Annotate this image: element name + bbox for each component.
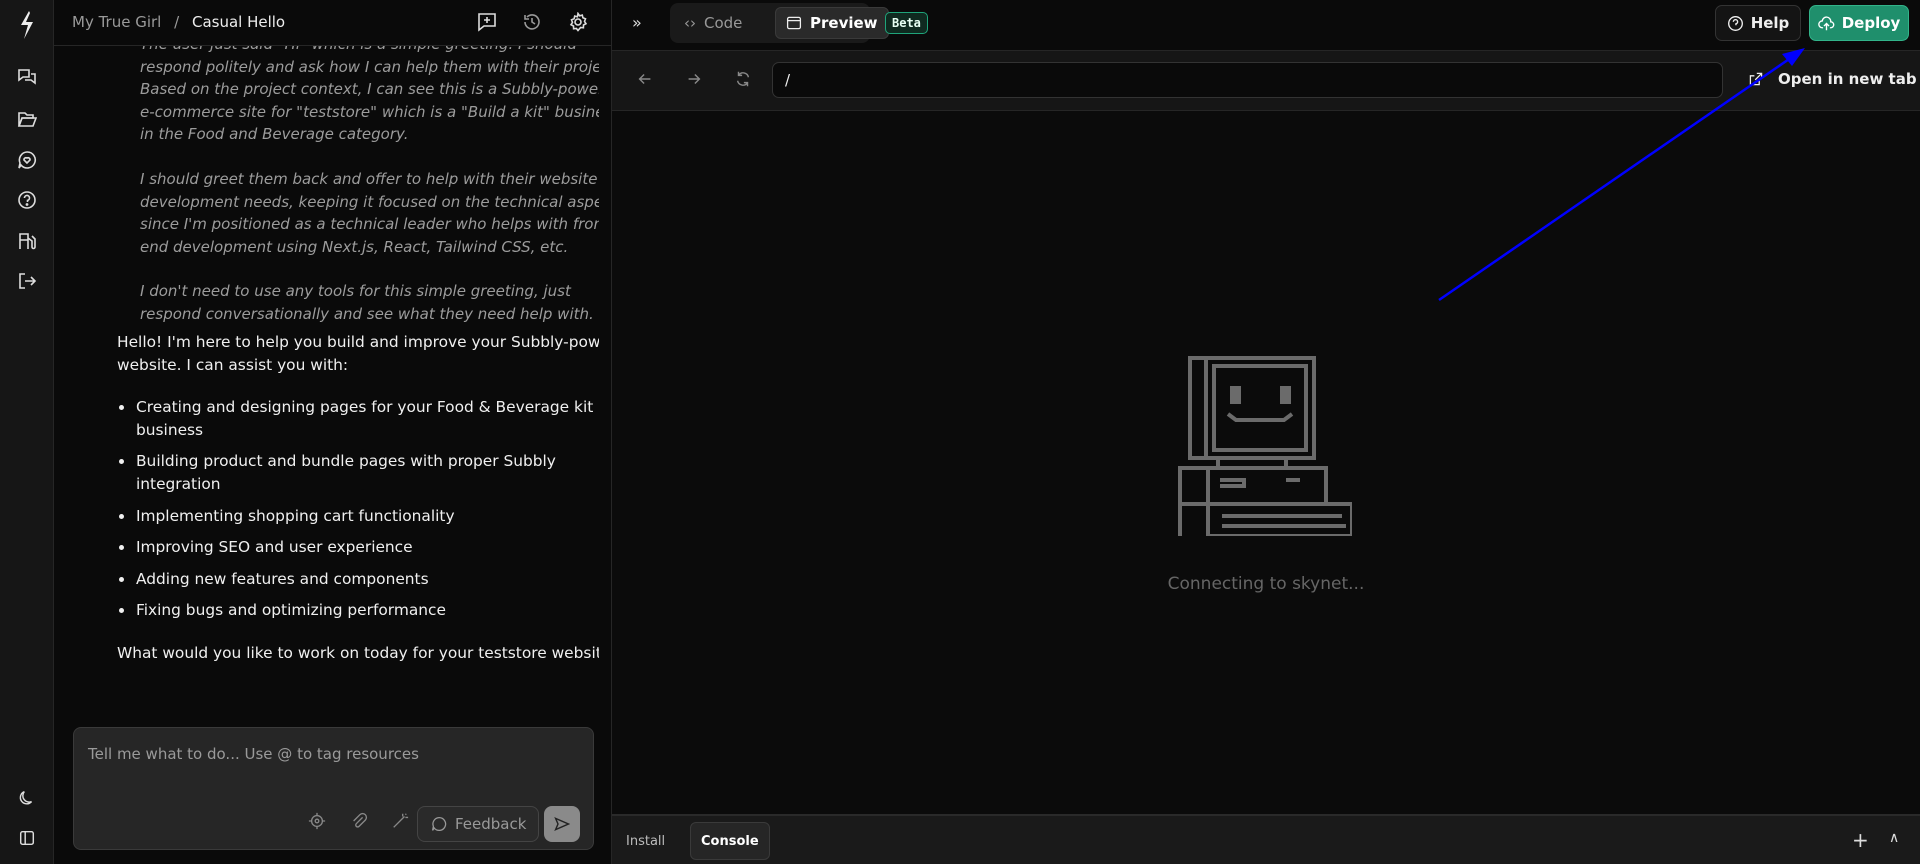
forward-arrow-icon[interactable] [685,70,705,90]
message-list[interactable]: The user just said "Hi" which is a simpl… [54,46,599,710]
browser-window-icon [786,16,802,30]
send-button[interactable] [544,806,580,842]
tab-code-label: Code [704,14,743,32]
theme-moon-icon[interactable] [15,786,39,810]
help-circle-icon[interactable] [15,188,39,212]
chat-heart-icon[interactable] [15,148,39,172]
tab-install[interactable]: Install [616,822,675,860]
open-in-new-tab-button[interactable]: Open in new tab [1748,70,1917,88]
help-label: Help [1750,14,1790,32]
answer-outro: What would you like to work on today for… [117,643,599,662]
connecting-status: Connecting to skynet... [1167,574,1365,594]
answer-intro: Hello! I'm here to help you build and im… [117,333,599,374]
feedback-label: Feedback [455,815,527,833]
code-brackets-icon: ‹› [684,14,696,32]
chat-panel: My True Girl / Casual Hello The user jus… [54,0,661,864]
tab-console[interactable]: Console [690,822,770,860]
assistant-message: Hello! I'm here to help you build and im… [117,331,599,665]
terminal-tabs: Install Console + ∧ [612,814,1920,864]
back-arrow-icon[interactable] [636,70,656,90]
reasoning-paragraph: I don't need to use any tools for this s… [140,282,594,323]
chat-input[interactable]: Tell me what to do... Use @ to tag resou… [73,727,594,850]
preview-panel: » ‹› Code Preview Beta Help Deploy / Open… [612,0,1920,864]
reasoning-paragraph: I should greet them back and offer to he… [140,169,599,256]
url-input[interactable]: / [772,62,1723,98]
feedback-button[interactable]: Feedback [417,806,539,842]
folder-open-icon[interactable] [15,107,39,131]
reasoning-paragraph: The user just said "Hi" which is a simpl… [140,46,599,144]
beta-badge: Beta [885,12,928,34]
list-item: Creating and designing pages for your Fo… [135,396,599,441]
assistant-reasoning: The user just said "Hi" which is a simpl… [140,46,599,348]
retro-computer-smiley-icon [1178,356,1352,536]
send-icon [554,817,570,831]
preview-address-bar: / Open in new tab [612,51,1920,111]
help-circle-icon [1727,15,1743,31]
attach-paperclip-icon[interactable] [350,812,370,832]
chat-header: My True Girl / Casual Hello [54,0,611,46]
list-item: Adding new features and components [135,568,599,591]
settings-gear-icon[interactable] [568,11,590,34]
chat-input-placeholder: Tell me what to do... Use @ to tag resou… [88,745,419,763]
breadcrumb-project[interactable]: My True Girl [72,13,161,31]
list-item: Implementing shopping cart functionality [135,505,599,528]
tab-code[interactable]: ‹› Code [674,7,752,39]
new-chat-icon[interactable] [477,12,499,34]
cloud-upload-icon [1817,15,1835,30]
breadcrumb-separator: / [174,13,180,31]
refresh-icon[interactable] [734,70,754,90]
expand-chevron-up-icon[interactable]: ∧ [1889,830,1899,846]
icon-rail [0,0,54,864]
list-item: Fixing bugs and optimizing performance [135,599,599,622]
tab-preview[interactable]: Preview [775,7,889,39]
external-link-icon [1749,72,1763,86]
help-button[interactable]: Help [1715,5,1801,41]
deploy-button[interactable]: Deploy [1809,5,1909,41]
open-in-new-tab-label: Open in new tab [1778,70,1917,88]
collapse-chevrons-icon[interactable]: » [632,13,642,32]
history-icon[interactable] [522,12,544,34]
list-item: Building product and bundle pages with p… [135,450,599,495]
breadcrumb: My True Girl / Casual Hello [72,13,285,31]
chats-icon[interactable] [15,66,39,90]
magic-wand-icon[interactable] [391,812,411,832]
chat-title: Casual Hello [191,13,286,31]
list-item: Improving SEO and user experience [135,536,599,559]
capability-list: Creating and designing pages for your Fo… [135,396,599,622]
deploy-label: Deploy [1841,14,1901,32]
fuel-icon[interactable] [15,229,39,253]
target-icon[interactable] [308,812,328,832]
logo-bolt-icon[interactable] [15,10,39,40]
feedback-chat-icon [431,816,447,832]
top-toolbar: » ‹› Code Preview Beta Help Deploy [612,0,1920,51]
tab-preview-label: Preview [810,14,878,32]
add-terminal-icon[interactable]: + [1852,828,1869,852]
sidebar-toggle-icon[interactable] [15,826,39,850]
logout-icon[interactable] [15,269,39,293]
preview-stage: Connecting to skynet... [612,111,1920,814]
view-switcher: ‹› Code Preview [670,3,889,43]
